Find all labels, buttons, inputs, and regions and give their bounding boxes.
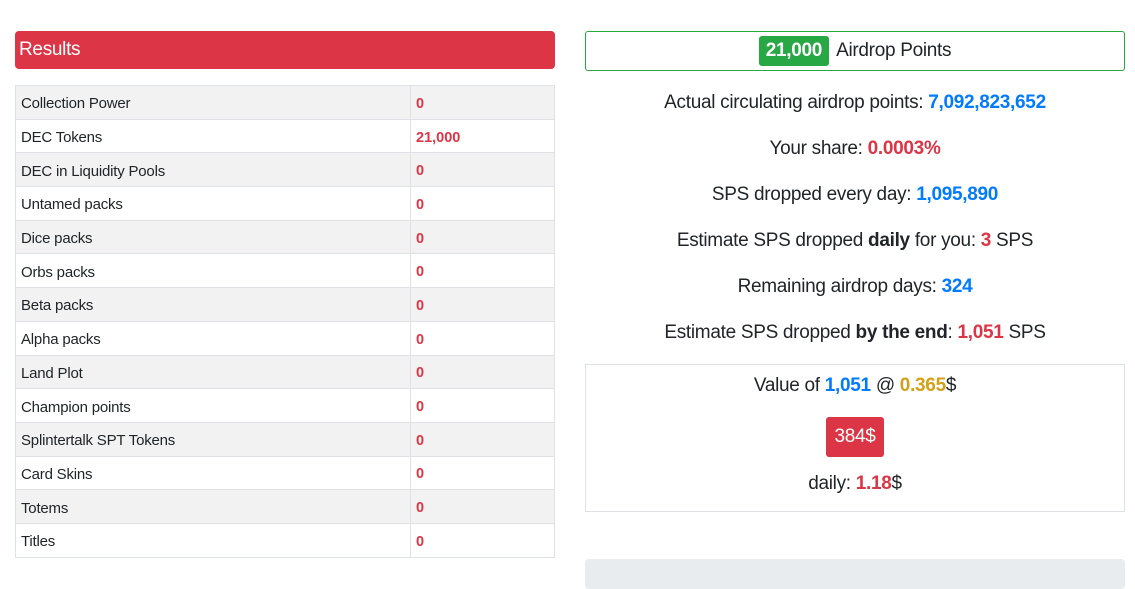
share-line: Your share: 0.0003% [585,126,1125,172]
sps-daily-line: SPS dropped every day: 1,095,890 [585,172,1125,218]
estimate-end-prefix: Estimate SPS dropped [664,322,851,343]
result-label: Champion points [15,388,411,423]
estimate-daily-bold: daily [868,230,910,251]
result-label: Card Skins [15,455,411,491]
result-value: 0 [410,388,555,423]
airdrop-points-badge: 21,000 [758,36,830,66]
usd-total-badge: 384$ [826,417,884,457]
result-label: Untamed packs [15,186,411,221]
table-row: DEC in Liquidity Pools 0 [15,152,555,188]
result-value: 0 [410,354,555,390]
result-label: DEC in Liquidity Pools [15,152,411,188]
table-row: DEC Tokens 21,000 [15,118,555,154]
table-row: Land Plot 0 [15,354,555,390]
sps-daily-label: SPS dropped every day: [711,184,912,205]
table-row: Splintertalk SPT Tokens 0 [15,421,555,457]
table-row: Dice packs 0 [15,219,555,255]
airdrop-panel: 21,000 Airdrop Points Actual circulating… [585,31,1125,512]
result-label: Beta packs [15,287,411,322]
circulating-value: 7,092,823,652 [928,92,1046,113]
result-label: DEC Tokens [15,118,411,154]
airdrop-points-label: Airdrop Points [836,40,952,61]
results-panel: Results Collection Power 0 DEC Tokens 21,00… [15,31,555,558]
result-value: 0 [410,85,555,120]
estimate-end-colon: : [947,322,953,343]
result-label: Dice packs [15,219,411,255]
remaining-value: 324 [941,276,973,297]
result-value: 0 [410,219,555,255]
table-row: Orbs packs 0 [15,253,555,289]
result-label: Orbs packs [15,253,411,289]
result-label: Land Plot [15,354,411,390]
result-value: 0 [410,455,555,491]
result-value: 0 [410,522,555,558]
result-value: 21,000 [410,118,555,154]
estimate-end-line: Estimate SPS dropped by the end: 1,051 S… [585,310,1125,356]
result-label: Totems [15,489,411,524]
daily-label: daily: [808,473,851,494]
result-label: Titles [15,522,411,558]
result-label: Alpha packs [15,320,411,356]
table-row: Collection Power 0 [15,85,555,120]
result-value: 0 [410,287,555,322]
value-price: 0.365 [899,375,946,396]
circulating-label: Actual circulating airdrop points: [664,92,924,113]
airdrop-stats: Actual circulating airdrop points: 7,092… [585,80,1125,356]
result-label: Splintertalk SPT Tokens [15,421,411,457]
next-panel-header [585,559,1125,589]
result-value: 0 [410,320,555,356]
share-label: Your share: [769,138,863,159]
result-value: 0 [410,152,555,188]
value-at: @ [875,375,895,396]
daily-value-line: daily: 1.18$ [586,471,1124,497]
table-row: Untamed packs 0 [15,186,555,221]
result-value: 0 [410,421,555,457]
table-row: Titles 0 [15,522,555,558]
estimate-end-value: 1,051 [957,322,1004,343]
share-value: 0.0003% [867,138,941,159]
estimate-daily-mid: for you: [914,230,976,251]
estimate-end-unit: SPS [1008,322,1046,343]
table-row: Totems 0 [15,489,555,524]
result-value: 0 [410,253,555,289]
daily-value: 1.18 [855,473,892,494]
table-row: Beta packs 0 [15,287,555,322]
table-row: Card Skins 0 [15,455,555,491]
results-header: Results [15,31,555,69]
result-value: 0 [410,186,555,221]
value-amount: 1,051 [824,375,871,396]
result-value: 0 [410,489,555,524]
airdrop-points-box: 21,000 Airdrop Points [585,31,1125,71]
circulating-points-line: Actual circulating airdrop points: 7,092… [585,80,1125,126]
estimate-daily-unit: SPS [996,230,1034,251]
results-table: Collection Power 0 DEC Tokens 21,000 DEC in … [15,85,555,558]
result-label: Collection Power [15,85,411,120]
estimate-daily-prefix: Estimate SPS dropped [676,230,864,251]
remaining-label: Remaining airdrop days: [737,276,937,297]
remaining-days-line: Remaining airdrop days: 324 [585,264,1125,310]
sps-daily-value: 1,095,890 [916,184,999,205]
estimate-end-bold: by the end [855,322,948,343]
estimate-daily-value: 3 [980,230,992,251]
table-row: Champion points 0 [15,388,555,423]
value-currency: $ [945,375,957,396]
estimate-daily-line: Estimate SPS dropped daily for you: 3 SP… [585,218,1125,264]
value-box: Value of 1,051 @ 0.365$ 384$ daily: 1.18… [585,364,1125,512]
value-prefix: Value of [753,375,820,396]
value-of-line: Value of 1,051 @ 0.365$ [586,373,1124,399]
daily-currency: $ [891,473,903,494]
table-row: Alpha packs 0 [15,320,555,356]
